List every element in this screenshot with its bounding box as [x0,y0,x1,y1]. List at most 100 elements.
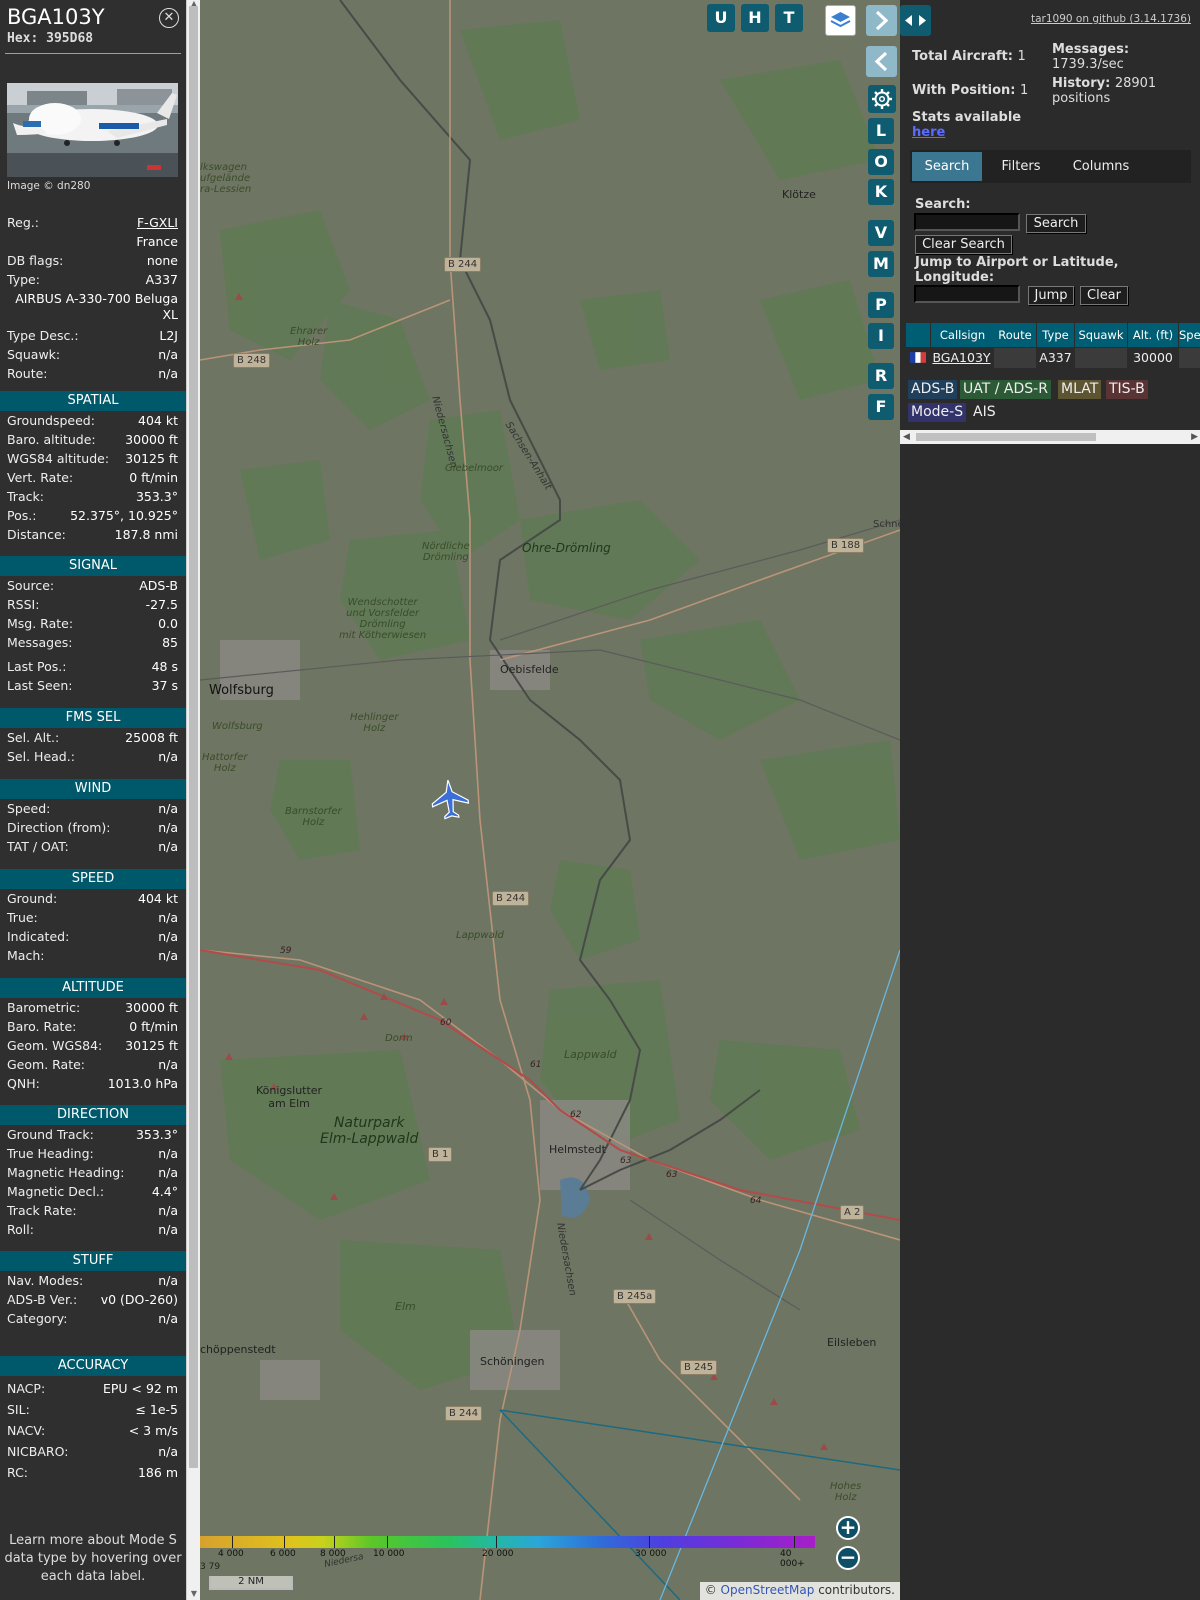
info-label[interactable]: TAT / OAT: [7,839,69,854]
info-label[interactable]: Source: [7,578,54,593]
tab-search[interactable]: Search [912,152,982,181]
map-button-t[interactable]: T [775,4,803,32]
scroll-left-icon[interactable]: ◀ [903,430,910,444]
map-button-m[interactable]: M [868,251,894,277]
map-button-v[interactable]: V [868,220,894,246]
map-button-u[interactable]: U [707,4,735,32]
table-header-callsign[interactable]: Callsign [931,323,994,347]
info-label[interactable]: Track Rate: [7,1203,77,1218]
chevron-left-icon[interactable] [866,46,897,77]
map-button-l[interactable]: L [868,118,894,144]
altitude-tick-label: 8 000 [320,1549,346,1559]
zoom-out-button[interactable]: − [836,1546,860,1570]
map-button-h[interactable]: H [741,4,769,32]
info-label[interactable]: NICBARO: [7,1444,68,1459]
map-button-p[interactable]: P [868,292,894,318]
tab-columns[interactable]: Columns [1060,152,1142,181]
info-label[interactable]: SIL: [7,1402,30,1417]
table-header-alt-ft[interactable]: Alt. (ft) [1128,323,1178,347]
info-label[interactable]: Baro. Rate: [7,1019,76,1034]
detail-label: Squawk: [7,346,61,362]
aircraft-marker[interactable] [430,778,470,822]
info-value: < 3 m/s [128,1422,178,1438]
info-label[interactable]: Sel. Alt.: [7,730,59,745]
tab-filters[interactable]: Filters [986,152,1056,181]
clear-button[interactable]: Clear [1080,286,1128,305]
map-button-o[interactable]: O [868,149,894,175]
info-row-nicbaro: NICBARO: n/a [7,1442,178,1460]
aircraft-photo[interactable] [7,83,178,177]
info-label[interactable]: Magnetic Heading: [7,1165,124,1180]
info-label[interactable]: ADS-B Ver.: [7,1292,77,1307]
chevron-right-icon[interactable] [866,5,897,36]
info-panel-scrollbar[interactable]: ▲ ▼ [186,0,200,1600]
info-value: n/a [158,928,178,944]
scroll-down-icon[interactable]: ▼ [189,1590,199,1598]
info-label[interactable]: Ground: [7,891,57,906]
clear-search-button[interactable]: Clear Search [915,235,1012,254]
jump-input[interactable] [914,285,1020,303]
info-label[interactable]: Geom. WGS84: [7,1038,102,1053]
map-label-dorm: Dorm [385,1033,413,1044]
table-header-spe[interactable]: Spe [1179,323,1200,347]
map-button-r[interactable]: R [868,363,894,389]
info-label[interactable]: Baro. altitude: [7,432,96,447]
info-label[interactable]: Nav. Modes: [7,1273,83,1288]
info-label[interactable]: Geom. Rate: [7,1057,85,1072]
close-icon[interactable]: ✕ [159,8,179,28]
layers-icon[interactable] [825,5,856,36]
map-button-i[interactable]: I [868,323,894,349]
search-button[interactable]: Search [1026,214,1086,233]
gear-icon[interactable] [868,85,896,113]
info-label[interactable]: Sel. Head.: [7,749,75,764]
info-label[interactable]: True: [7,910,38,925]
info-label[interactable]: RC: [7,1465,28,1480]
cell-callsign[interactable]: BGA103Y [930,348,993,368]
info-label[interactable]: Last Pos.: [7,659,66,674]
scrollbar-thumb[interactable] [189,6,198,1468]
map-button-k[interactable]: K [868,179,894,205]
info-label[interactable]: Messages: [7,635,73,650]
info-label[interactable]: Pos.: [7,508,36,523]
info-value: 37 s [151,677,178,693]
info-label[interactable]: NACV: [7,1423,45,1438]
info-label[interactable]: Msg. Rate: [7,616,73,631]
info-label[interactable]: True Heading: [7,1146,94,1161]
jump-button[interactable]: Jump [1028,286,1074,305]
hscroll-thumb[interactable] [916,433,1096,441]
table-horizontal-scrollbar[interactable]: ◀ ▶ [900,430,1200,444]
zoom-in-button[interactable]: + [836,1516,860,1540]
attribution-link[interactable]: OpenStreetMap [721,1583,815,1597]
info-label[interactable]: Last Seen: [7,678,72,693]
table-header-route[interactable]: Route [994,323,1036,347]
info-label[interactable]: Groundspeed: [7,413,95,428]
stats-link[interactable]: here [912,125,945,140]
aircraft-hex: Hex: 395D68 [7,31,94,46]
search-input[interactable] [914,213,1020,231]
info-label[interactable]: Barometric: [7,1000,80,1015]
table-header-type[interactable]: Type [1037,323,1074,347]
info-label[interactable]: WGS84 altitude: [7,451,109,466]
info-label[interactable]: Vert. Rate: [7,470,73,485]
info-label[interactable]: Mach: [7,948,44,963]
info-label[interactable]: Distance: [7,527,66,542]
info-label[interactable]: QNH: [7,1076,40,1091]
info-label[interactable]: Direction (from): [7,820,111,835]
scroll-right-icon[interactable]: ▶ [1191,430,1198,444]
map-button-f[interactable]: F [868,394,894,420]
detail-value[interactable]: F-GXLI [137,215,178,230]
github-link[interactable]: tar1090 on github (3.14.1736) [1031,13,1191,25]
info-label[interactable]: NACP: [7,1381,45,1396]
table-header-squawk[interactable]: Squawk [1075,323,1127,347]
info-label[interactable]: Speed: [7,801,50,816]
history-count-value: 28901 [1114,76,1157,91]
info-label[interactable]: RSSI: [7,597,39,612]
info-label[interactable]: Track: [7,489,44,504]
expand-sidebar-icon[interactable] [900,5,931,36]
info-label[interactable]: Magnetic Decl.: [7,1184,104,1199]
info-label[interactable]: Roll: [7,1222,34,1237]
map-canvas[interactable]: Wolfsburg Wolfsburg Oebisfelde Klötze He… [200,0,900,1600]
info-label[interactable]: Indicated: [7,929,69,944]
info-label[interactable]: Ground Track: [7,1127,94,1142]
info-label[interactable]: Category: [7,1311,67,1326]
